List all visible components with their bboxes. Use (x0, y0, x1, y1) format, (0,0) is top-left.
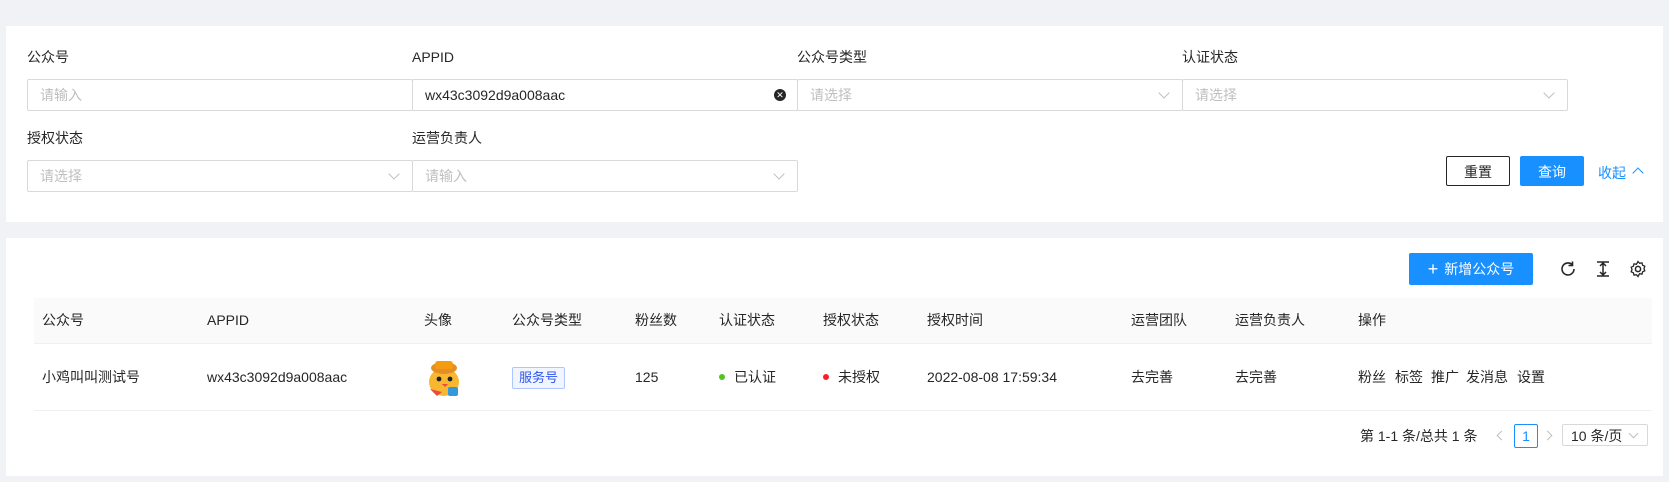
pagination: 第 1-1 条/总共 1 条 1 10 条/页 (6, 424, 1663, 448)
cert-status-select[interactable]: 请选择 (1182, 79, 1568, 111)
cert-status-text: 已认证 (734, 369, 776, 385)
auth-status-select[interactable]: 请选择 (27, 160, 413, 192)
account-type-filter-label: 公众号类型 (797, 49, 867, 65)
column-header: 公众号 (42, 312, 84, 328)
cert-status-filter: 认证状态 请选择 (1182, 46, 1568, 111)
table-panel: + 新增公众号 公众号 APPID 头像 公众号类型 粉丝数 认证状态 授权状态 … (6, 238, 1663, 476)
column-header: 授权时间 (927, 312, 983, 328)
column-header: 认证状态 (719, 312, 775, 328)
query-button[interactable]: 查询 (1520, 156, 1584, 186)
appid-filter: APPID wx43c3092d9a008aac ✕ (412, 46, 798, 111)
collapse-toggle[interactable]: 收起 (1598, 163, 1644, 183)
operator-filter: 运营负责人 请输入 (412, 127, 798, 192)
column-header: APPID (207, 312, 250, 328)
prev-page-icon[interactable] (1496, 430, 1507, 441)
column-header: 运营团队 (1131, 312, 1187, 328)
team-complete-link[interactable]: 去完善 (1131, 344, 1173, 410)
action-tags-link[interactable]: 标签 (1395, 344, 1423, 410)
next-page-icon[interactable] (1542, 430, 1553, 441)
appid-input[interactable]: wx43c3092d9a008aac ✕ (412, 79, 798, 111)
status-dot (823, 374, 829, 380)
column-header: 运营负责人 (1235, 312, 1305, 328)
status-dot (719, 374, 725, 380)
page-size-label: 10 条/页 (1571, 428, 1623, 444)
chick-avatar-icon (429, 361, 459, 396)
page-size-select[interactable]: 10 条/页 (1562, 424, 1648, 446)
setting-icon[interactable] (1629, 260, 1647, 278)
column-header: 公众号类型 (512, 312, 582, 328)
reload-icon[interactable] (1559, 260, 1577, 278)
account-type-select[interactable]: 请选择 (797, 79, 1183, 111)
auth-status-filter: 授权状态 请选择 (27, 127, 413, 192)
pagination-summary: 第 1-1 条/总共 1 条 (1360, 428, 1478, 444)
column-header: 授权状态 (823, 312, 879, 328)
operator-placeholder: 请输入 (425, 168, 467, 184)
table-row: 小鸡叫叫测试号 wx43c3092d9a008aac 服务号 125 已认证 未… (34, 344, 1652, 411)
account-filter-label: 公众号 (27, 49, 69, 65)
cell-appid: wx43c3092d9a008aac (207, 369, 348, 385)
cell-auth-status: 未授权 (823, 344, 880, 410)
auth-status-text: 未授权 (838, 369, 880, 385)
account-type-filter: 公众号类型 请选择 (797, 46, 1183, 111)
column-header: 头像 (424, 312, 452, 328)
cell-account-name: 小鸡叫叫测试号 (42, 369, 140, 385)
account-filter: 公众号 请输入 (27, 46, 413, 111)
appid-input-value: wx43c3092d9a008aac (425, 87, 566, 103)
column-height-icon[interactable] (1594, 260, 1612, 278)
account-input[interactable]: 请输入 (27, 79, 413, 111)
chevron-down-icon (773, 168, 785, 180)
operator-select[interactable]: 请输入 (412, 160, 798, 192)
avatar (420, 353, 468, 404)
account-type-placeholder: 请选择 (810, 87, 852, 103)
add-account-button[interactable]: + 新增公众号 (1409, 253, 1533, 285)
cell-account-type: 服务号 (512, 344, 566, 410)
cert-status-placeholder: 请选择 (1195, 87, 1237, 103)
action-fans-link[interactable]: 粉丝 (1358, 344, 1386, 410)
cert-status-filter-label: 认证状态 (1182, 49, 1238, 65)
cell-cert-status: 已认证 (719, 344, 776, 410)
chevron-down-icon (1158, 87, 1170, 99)
manager-complete-link[interactable]: 去完善 (1235, 344, 1277, 410)
chevron-down-icon (1543, 87, 1555, 99)
reset-button[interactable]: 重置 (1446, 156, 1510, 186)
table-header: 公众号 APPID 头像 公众号类型 粉丝数 认证状态 授权状态 授权时间 运营… (34, 298, 1652, 344)
collapse-label: 收起 (1598, 165, 1626, 181)
auth-status-filter-label: 授权状态 (27, 130, 83, 146)
page-number-current[interactable]: 1 (1514, 424, 1538, 448)
auth-status-placeholder: 请选择 (40, 168, 82, 184)
column-header: 粉丝数 (635, 312, 677, 328)
action-message-link[interactable]: 发消息 (1466, 344, 1508, 410)
add-account-label: 新增公众号 (1444, 261, 1515, 277)
chevron-down-icon (388, 168, 400, 180)
account-type-tag: 服务号 (512, 367, 566, 390)
action-promote-link[interactable]: 推广 (1431, 344, 1459, 410)
plus-icon: + (1427, 259, 1439, 279)
cell-fans: 125 (635, 369, 659, 385)
cell-auth-time: 2022-08-08 17:59:34 (927, 369, 1057, 385)
column-header: 操作 (1358, 312, 1386, 328)
appid-filter-label: APPID (412, 49, 455, 65)
filter-panel: 公众号 请输入 APPID wx43c3092d9a008aac ✕ 公众号类型… (6, 26, 1663, 222)
action-settings-link[interactable]: 设置 (1517, 344, 1545, 410)
operator-filter-label: 运营负责人 (412, 130, 482, 146)
account-input-placeholder: 请输入 (40, 87, 82, 103)
chevron-down-icon (1628, 428, 1639, 439)
clear-icon[interactable]: ✕ (774, 89, 786, 101)
chevron-up-icon (1632, 167, 1644, 179)
